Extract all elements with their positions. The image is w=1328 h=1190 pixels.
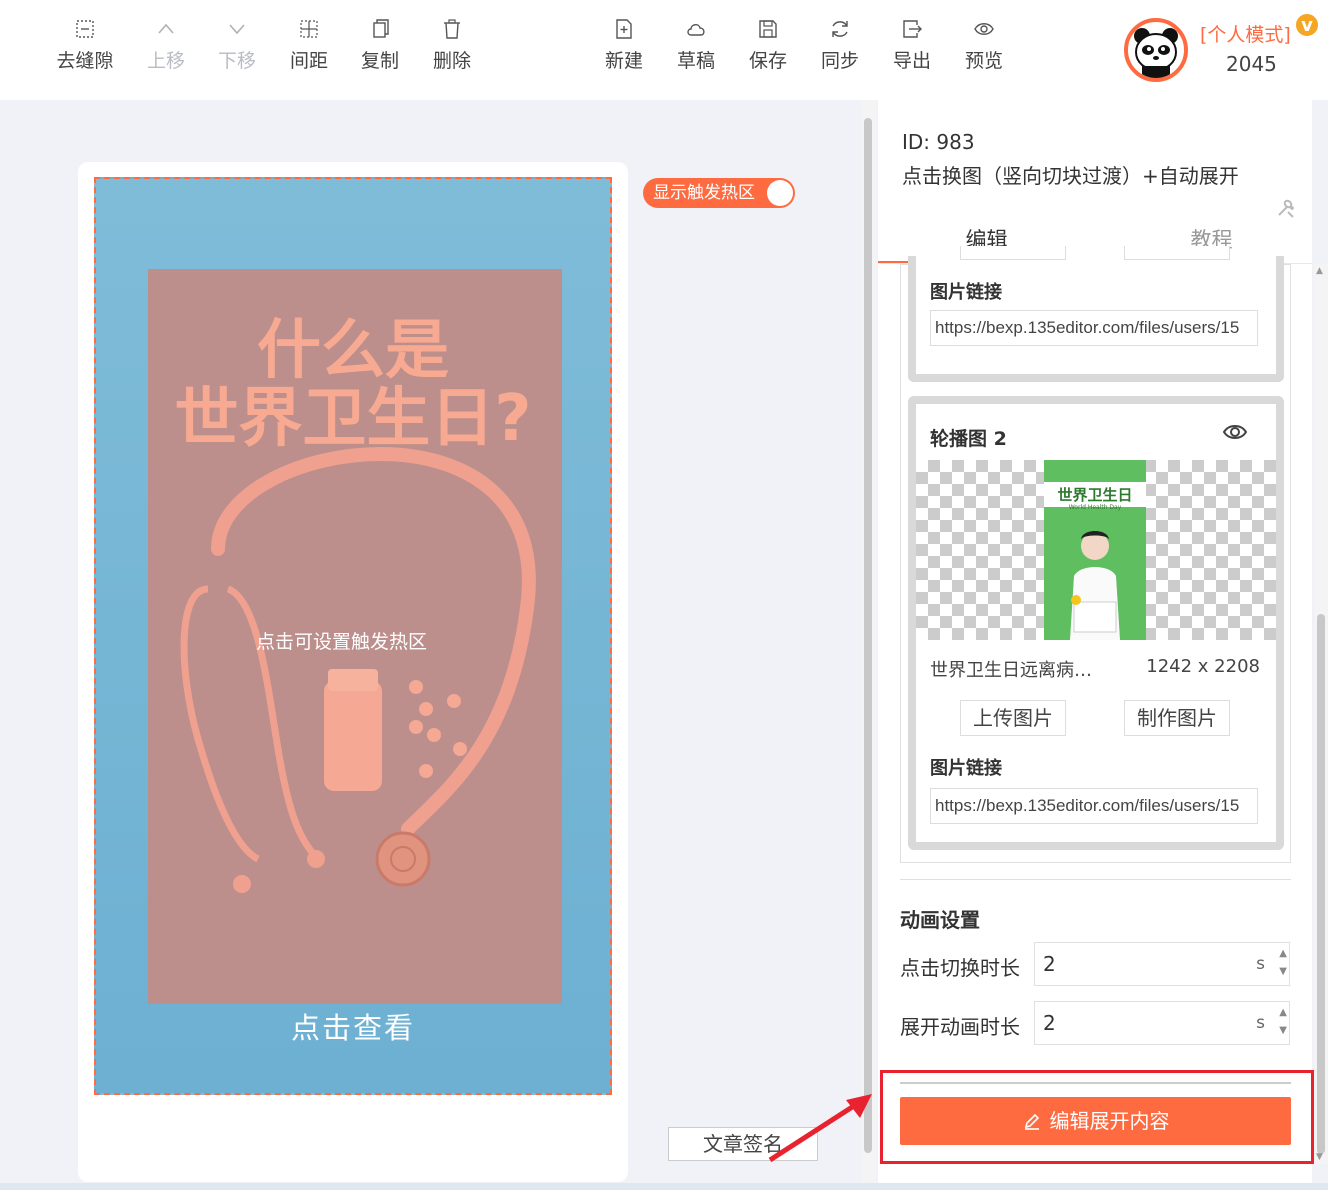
image-link-input-2[interactable]: https://bexp.135editor.com/files/users/1… <box>930 788 1258 824</box>
expand-duration-label: 展开动画时长 <box>900 1015 1020 1039</box>
image-link-label-2: 图片链接 <box>930 758 1002 779</box>
slide-card-1: 图片链接 https://bexp.135editor.com/files/us… <box>908 246 1284 382</box>
copy-icon <box>373 19 389 38</box>
component-name: 点击换图（竖向切块过渡）+自动展开 <box>902 164 1239 188</box>
switch-duration-unit: s <box>1256 954 1265 974</box>
trash-icon <box>444 19 460 39</box>
delete-button[interactable]: 删除 <box>417 18 487 73</box>
slide-card-2: 轮播图 2 世界卫生日 World Health Day 世界卫生日远离病… 1… <box>908 396 1284 850</box>
show-hotzone-toggle[interactable]: 显示触发热区 <box>643 178 795 208</box>
upload-image-button[interactable]: 上传图片 <box>960 700 1066 736</box>
highlight-box <box>880 1070 1314 1164</box>
settings-panel: ID: 983 点击换图（竖向切块过渡）+自动展开 编辑 教程 图片链接 htt… <box>878 100 1312 1190</box>
preview-button[interactable]: 预览 <box>949 18 1019 73</box>
mode-label[interactable]: [个人模式] <box>1200 20 1291 47</box>
remove-gap-button[interactable]: 去缝隙 <box>50 18 120 73</box>
scroll-up-icon[interactable]: ▲ <box>1316 266 1323 276</box>
image-link-label-1: 图片链接 <box>930 282 1002 303</box>
new-button[interactable]: 新建 <box>589 18 659 73</box>
export-button[interactable]: 导出 <box>877 18 947 73</box>
toggle-knob <box>767 180 793 206</box>
gap-icon <box>76 20 94 38</box>
switch-duration-label: 点击切换时长 <box>900 956 1020 980</box>
bottom-bar <box>0 1183 1328 1190</box>
slide-title-2: 轮播图 2 <box>930 428 1007 450</box>
make-image-button[interactable]: 制作图片 <box>1124 700 1230 736</box>
save-button[interactable]: 保存 <box>733 18 803 73</box>
avatar[interactable] <box>1124 18 1188 82</box>
sync-button[interactable]: 同步 <box>805 18 875 73</box>
hero-title-line1: 什么是 <box>257 314 449 388</box>
panda-icon <box>1134 28 1178 78</box>
chevron-up-icon <box>158 23 174 34</box>
switch-duration-input[interactable]: 2 s ▲ ▼ <box>1034 942 1290 986</box>
doctor-figure <box>1070 531 1120 640</box>
toggle-label: 显示触发热区 <box>653 183 755 203</box>
export-icon <box>903 20 922 38</box>
copy-button[interactable]: 复制 <box>345 18 415 73</box>
divider <box>900 879 1291 880</box>
expand-duration-value: 2 <box>1043 1011 1056 1035</box>
hotzone-hint[interactable]: 点击可设置触发热区 <box>256 627 427 654</box>
chevron-down-icon <box>229 24 245 35</box>
scroll-down-icon[interactable]: ▼ <box>1316 1152 1323 1162</box>
draft-button[interactable]: 草稿 <box>661 18 731 73</box>
new-file-icon <box>616 19 632 39</box>
toolbar: 去缝隙 上移 下移 间距 复制 删除 新建 草稿 保存 同步 导出 预览 [个人… <box>0 0 1328 100</box>
vip-badge: v <box>1294 12 1320 38</box>
annotation-arrow-icon <box>768 1094 872 1163</box>
move-down-button[interactable]: 下移 <box>202 18 272 73</box>
see-more-text: 点击查看 <box>290 1011 415 1045</box>
stepper-arrows-icon[interactable]: ▲ ▼ <box>1279 1004 1287 1040</box>
expand-duration-unit: s <box>1256 1013 1265 1033</box>
upload-image-button-1[interactable] <box>960 246 1066 260</box>
canvas-scrollbar-thumb[interactable] <box>864 118 872 1153</box>
eye-icon <box>974 23 994 35</box>
image-dimensions: 1242 x 2208 <box>1146 656 1260 677</box>
stepper-arrows-icon[interactable]: ▲ ▼ <box>1279 945 1287 981</box>
make-image-button-1[interactable] <box>1124 246 1230 260</box>
panel-scrollbar-thumb[interactable] <box>1317 614 1325 1154</box>
switch-duration-value: 2 <box>1043 952 1056 976</box>
move-up-button[interactable]: 上移 <box>131 18 201 73</box>
tools-icon[interactable] <box>1276 198 1296 218</box>
animation-settings-title: 动画设置 <box>900 908 980 932</box>
panel-scrollbar[interactable]: ▲ ▼ <box>1314 264 1328 1164</box>
thumbnail-subtitle: World Health Day <box>1068 504 1122 511</box>
cloud-icon <box>687 24 705 36</box>
eye-icon[interactable] <box>1222 422 1248 442</box>
expand-duration-input[interactable]: 2 s ▲ ▼ <box>1034 1001 1290 1045</box>
component-id: ID: 983 <box>902 130 975 154</box>
hero-title-line2: 世界卫生日? <box>174 382 532 456</box>
spacing-icon <box>300 20 318 38</box>
spacing-button[interactable]: 间距 <box>274 18 344 73</box>
sync-icon <box>832 21 848 37</box>
image-file-name: 世界卫生日远离病… <box>930 660 1092 681</box>
save-icon <box>759 20 777 38</box>
slide-thumbnail[interactable]: 世界卫生日 World Health Day <box>1044 460 1146 640</box>
hero-component[interactable]: 什么是 世界卫生日? 点击可设置触发热区 点击查看 <box>94 177 612 1095</box>
image-link-input-1[interactable]: https://bexp.135editor.com/files/users/1… <box>930 310 1258 346</box>
user-id: 2045 <box>1226 52 1277 76</box>
